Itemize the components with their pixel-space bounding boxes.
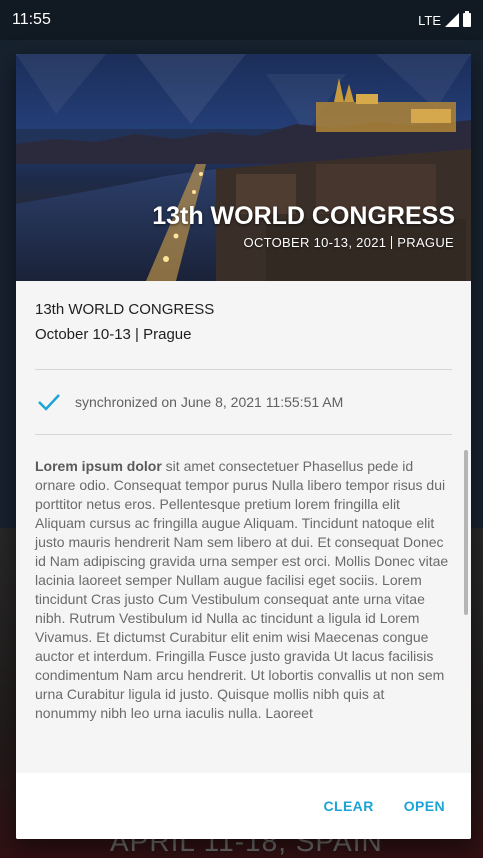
dialog-actions: CLEAR OPEN	[16, 773, 471, 839]
hero-dates: OCTOBER 10-13, 2021	[243, 235, 387, 250]
status-time: 11:55	[12, 11, 51, 28]
sync-status-text: synchronized on June 8, 2021 11:55:51 AM	[75, 394, 344, 410]
status-indicators: LTE	[418, 11, 471, 28]
hero-city: PRAGUE	[397, 235, 454, 250]
event-hero-image: 13th WORLD CONGRESS OCTOBER 10-13, 2021 P…	[16, 54, 471, 281]
event-date: October 10-13 | Prague	[35, 326, 192, 343]
hero-title: 13th WORLD CONGRESS	[152, 202, 455, 230]
check-icon	[38, 394, 60, 411]
event-dialog: 13th WORLD CONGRESS OCTOBER 10-13, 2021 P…	[16, 54, 471, 839]
event-description: Lorem ipsum dolor sit amet consectetuer …	[16, 435, 471, 723]
battery-icon	[463, 11, 471, 27]
clear-button[interactable]: CLEAR	[323, 798, 373, 814]
network-type: LTE	[418, 12, 441, 28]
event-info: 13th WORLD CONGRESS October 10-13 | Prag…	[16, 281, 471, 343]
description-scrollbar[interactable]	[464, 450, 468, 615]
description-lead: Lorem ipsum dolor	[35, 458, 162, 474]
description-scroll-area[interactable]: Lorem ipsum dolor sit amet consectetuer …	[16, 435, 471, 758]
hero-separator	[391, 236, 393, 249]
open-button[interactable]: OPEN	[404, 798, 445, 814]
description-body: sit amet consectetuer Phasellus pede id …	[35, 458, 449, 721]
hero-subtitle: OCTOBER 10-13, 2021 PRAGUE	[244, 235, 454, 250]
status-bar: 11:55 LTE	[0, 0, 483, 40]
event-name: 13th WORLD CONGRESS	[35, 301, 215, 318]
signal-icon	[445, 13, 459, 27]
sync-status-row: synchronized on June 8, 2021 11:55:51 AM	[16, 370, 471, 434]
